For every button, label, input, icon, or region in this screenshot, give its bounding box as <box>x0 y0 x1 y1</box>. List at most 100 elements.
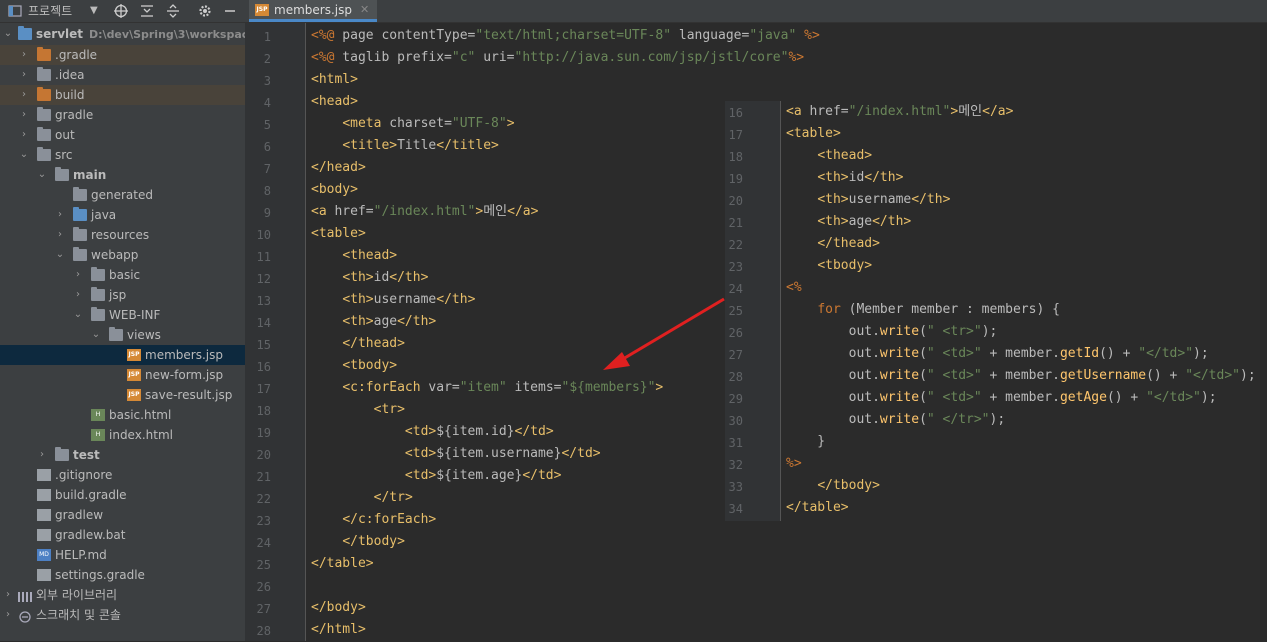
project-panel-title[interactable]: 프로젝트 <box>28 0 72 22</box>
folder-icon <box>91 307 105 321</box>
tree-item-out[interactable]: › out <box>0 125 245 145</box>
locate-file-icon[interactable] <box>114 0 128 22</box>
code-line[interactable]: </thead> <box>311 333 405 355</box>
chevron-right-icon[interactable]: › <box>2 605 14 625</box>
tree-item-src[interactable]: ⌄ src <box>0 145 245 165</box>
minimize-icon[interactable] <box>224 0 236 22</box>
chevron-right-icon[interactable]: › <box>18 65 30 85</box>
code-line[interactable]: <tbody> <box>311 355 397 377</box>
chevron-down-icon[interactable]: ⌄ <box>2 24 14 44</box>
tree-item-generated[interactable]: generated <box>0 185 245 205</box>
chevron-down-icon[interactable]: ▼ <box>90 0 98 22</box>
tree-item-settings-gradle[interactable]: settings.gradle <box>0 565 245 585</box>
chevron-right-icon[interactable]: › <box>54 205 66 225</box>
code-line[interactable]: <html> <box>311 69 358 91</box>
tree-item-build-gradle[interactable]: build.gradle <box>0 485 245 505</box>
tree-item-views[interactable]: ⌄ views <box>0 325 245 345</box>
code-line[interactable]: <meta charset="UTF-8"> <box>311 113 514 135</box>
tree-item-gradlew-bat[interactable]: gradlew.bat <box>0 525 245 545</box>
code-line[interactable]: </head> <box>311 157 366 179</box>
tree-item-new-form-jsp[interactable]: JSP new-form.jsp <box>0 365 245 385</box>
overlay-code-line: <a href="/index.html">메인</a> <box>786 104 1014 119</box>
overlay-code-line: </thead> <box>817 236 880 251</box>
expand-all-icon[interactable] <box>140 0 154 22</box>
chevron-right-icon[interactable]: › <box>18 85 30 105</box>
chevron-down-icon[interactable]: ⌄ <box>72 305 84 325</box>
code-line[interactable]: </body> <box>311 597 366 619</box>
code-line[interactable]: </tr> <box>311 487 413 509</box>
code-line[interactable]: <title>Title</title> <box>311 135 499 157</box>
tree-item-webapp[interactable]: ⌄ webapp <box>0 245 245 265</box>
tree-item-gradle-dir[interactable]: › .gradle <box>0 45 245 65</box>
chevron-right-icon[interactable]: › <box>54 225 66 245</box>
overlay-line-number: 25 <box>728 304 743 318</box>
chevron-right-icon[interactable]: › <box>18 45 30 65</box>
chevron-right-icon[interactable]: › <box>72 285 84 305</box>
chevron-right-icon[interactable]: › <box>18 105 30 125</box>
code-line[interactable]: <body> <box>311 179 358 201</box>
script-file-icon <box>37 509 51 521</box>
code-line[interactable]: <th>id</th> <box>311 267 428 289</box>
overlay-line-number: 21 <box>728 216 743 230</box>
code-line[interactable]: </html> <box>311 619 366 641</box>
code-line[interactable]: <td>${item.age}</td> <box>311 465 562 487</box>
tree-item-test[interactable]: › test <box>0 445 245 465</box>
code-line[interactable]: <%@ page contentType="text/html;charset=… <box>311 25 820 47</box>
tree-item-java[interactable]: › java <box>0 205 245 225</box>
tree-item-main[interactable]: ⌄ main <box>0 165 245 185</box>
tree-item-jsp[interactable]: › jsp <box>0 285 245 305</box>
code-line[interactable]: <tr> <box>311 399 405 421</box>
chevron-down-icon[interactable]: ⌄ <box>18 145 30 165</box>
tree-item-gradlew[interactable]: gradlew <box>0 505 245 525</box>
chevron-right-icon[interactable]: › <box>72 265 84 285</box>
overlay-code-line: <tbody> <box>817 258 873 273</box>
overlay-code-line: <th>age</th> <box>817 214 912 229</box>
code-line[interactable]: </tbody> <box>311 531 405 553</box>
tree-item-build[interactable]: › build <box>0 85 245 105</box>
code-line[interactable]: </table> <box>311 553 374 575</box>
code-line[interactable]: </c:forEach> <box>311 509 436 531</box>
tree-item-label: .gitignore <box>55 468 113 482</box>
tab-members-jsp[interactable]: JSP members.jsp ✕ <box>249 0 378 22</box>
tree-item-web-inf[interactable]: ⌄ WEB-INF <box>0 305 245 325</box>
tree-item-gitignore[interactable]: .gitignore <box>0 465 245 485</box>
overlay-line-number: 18 <box>728 150 743 164</box>
tree-item-gradle[interactable]: › gradle <box>0 105 245 125</box>
project-view-icon[interactable] <box>8 0 22 22</box>
tree-item-help-md[interactable]: MD HELP.md <box>0 545 245 565</box>
tree-item-label: main <box>73 168 107 182</box>
tree-item-external-libraries[interactable]: › 외부 라이브러리 <box>0 585 245 605</box>
code-line[interactable]: <thead> <box>311 245 397 267</box>
code-line[interactable]: <th>age</th> <box>311 311 436 333</box>
gradle-file-icon <box>37 489 51 501</box>
chevron-down-icon[interactable]: ⌄ <box>54 245 66 265</box>
overlay-line-number: 27 <box>728 348 743 362</box>
chevron-right-icon[interactable]: › <box>18 125 30 145</box>
code-line[interactable]: <table> <box>311 223 366 245</box>
tree-item-scratches[interactable]: › 스크래치 및 콘솔 <box>0 605 245 625</box>
collapse-all-icon[interactable] <box>166 0 180 22</box>
code-line[interactable]: <td>${item.id}</td> <box>311 421 554 443</box>
tree-item-basic[interactable]: › basic <box>0 265 245 285</box>
tree-item-idea[interactable]: › .idea <box>0 65 245 85</box>
overlay-line-number-gutter: 16 17 18 19 20 21 22 23 24 25 26 27 28 29 30 31 32 33 34 <box>725 101 781 521</box>
chevron-down-icon[interactable]: ⌄ <box>90 325 102 345</box>
code-line[interactable]: <td>${item.username}</td> <box>311 443 601 465</box>
tree-item-basic-html[interactable]: H basic.html <box>0 405 245 425</box>
overlay-line-number: 26 <box>728 326 743 340</box>
tree-item-save-result-jsp[interactable]: JSP save-result.jsp <box>0 385 245 405</box>
code-line[interactable]: <th>username</th> <box>311 289 475 311</box>
chevron-right-icon[interactable]: › <box>2 585 14 605</box>
chevron-right-icon[interactable]: › <box>36 445 48 465</box>
gear-icon[interactable] <box>198 0 212 22</box>
tree-item-index-html[interactable]: H index.html <box>0 425 245 445</box>
code-line[interactable]: <head> <box>311 91 358 113</box>
chevron-down-icon[interactable]: ⌄ <box>36 165 48 185</box>
tree-item-members-jsp[interactable]: JSP members.jsp <box>0 345 245 365</box>
tree-item-resources[interactable]: › resources <box>0 225 245 245</box>
close-icon[interactable]: ✕ <box>360 0 369 20</box>
code-line[interactable]: <a href="/index.html">메인</a> <box>311 201 538 223</box>
tree-item-servlet[interactable]: ⌄ servlet D:\dev\Spring\3\workspace <box>0 24 245 44</box>
code-line[interactable]: <c:forEach var="item" items="${members}"… <box>311 377 663 399</box>
code-line[interactable]: <%@ taglib prefix="c" uri="http://java.s… <box>311 47 804 69</box>
